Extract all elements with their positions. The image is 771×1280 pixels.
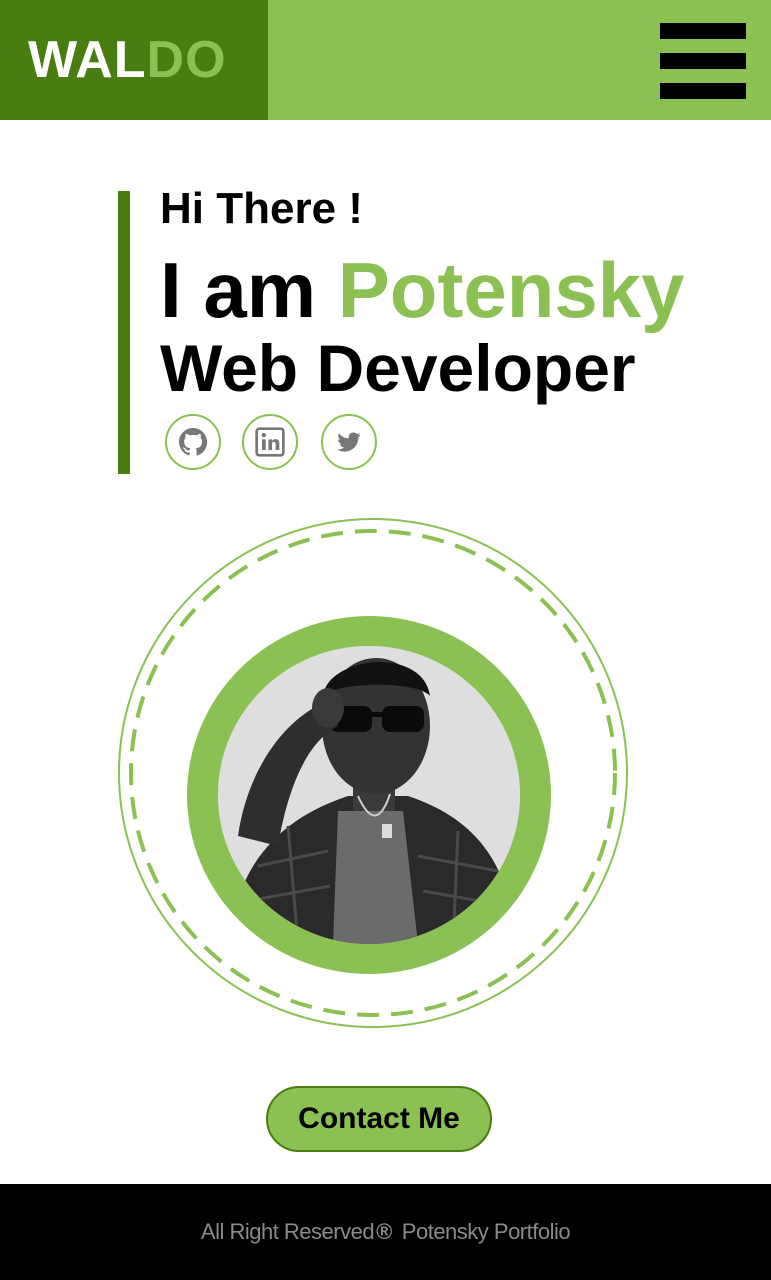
logo-container[interactable]: WALDO [0,0,268,120]
name-heading: I am Potensky [160,248,685,332]
menu-bar-top [660,23,746,39]
twitter-link[interactable] [321,414,377,470]
github-link[interactable] [165,414,221,470]
registered-symbol: ® [376,1219,392,1244]
role-heading: Web Developer [160,331,636,405]
menu-bar-bottom [660,83,746,99]
intro-accent-bar [118,191,130,474]
twitter-icon [337,432,361,452]
top-header: WALDO [0,0,771,120]
name-prefix: I am [160,246,317,334]
linkedin-link[interactable] [242,414,298,470]
hamburger-menu-icon[interactable] [660,23,746,99]
menu-bar-middle [660,53,746,69]
site-logo[interactable]: WALDO [28,30,227,90]
greeting-text: Hi There ! [160,184,363,233]
logo-text-part2: DO [146,31,227,89]
profile-photo [218,646,520,944]
name-highlight: Potensky [337,246,685,334]
footer-rights-text: All Right Reserved [200,1219,375,1244]
linkedin-icon [255,427,285,457]
footer-copyright: All Right Reserved® Potensky Portfolio [0,1218,771,1246]
github-icon [179,428,208,456]
person-photo-illustration [218,646,520,944]
page-footer: All Right Reserved® Potensky Portfolio [0,1184,771,1280]
profile-portrait [118,518,628,1028]
logo-text-part1: WAL [28,31,147,89]
footer-owner-text: Potensky Portfolio [401,1219,571,1244]
contact-me-button[interactable]: Contact Me [266,1086,492,1152]
